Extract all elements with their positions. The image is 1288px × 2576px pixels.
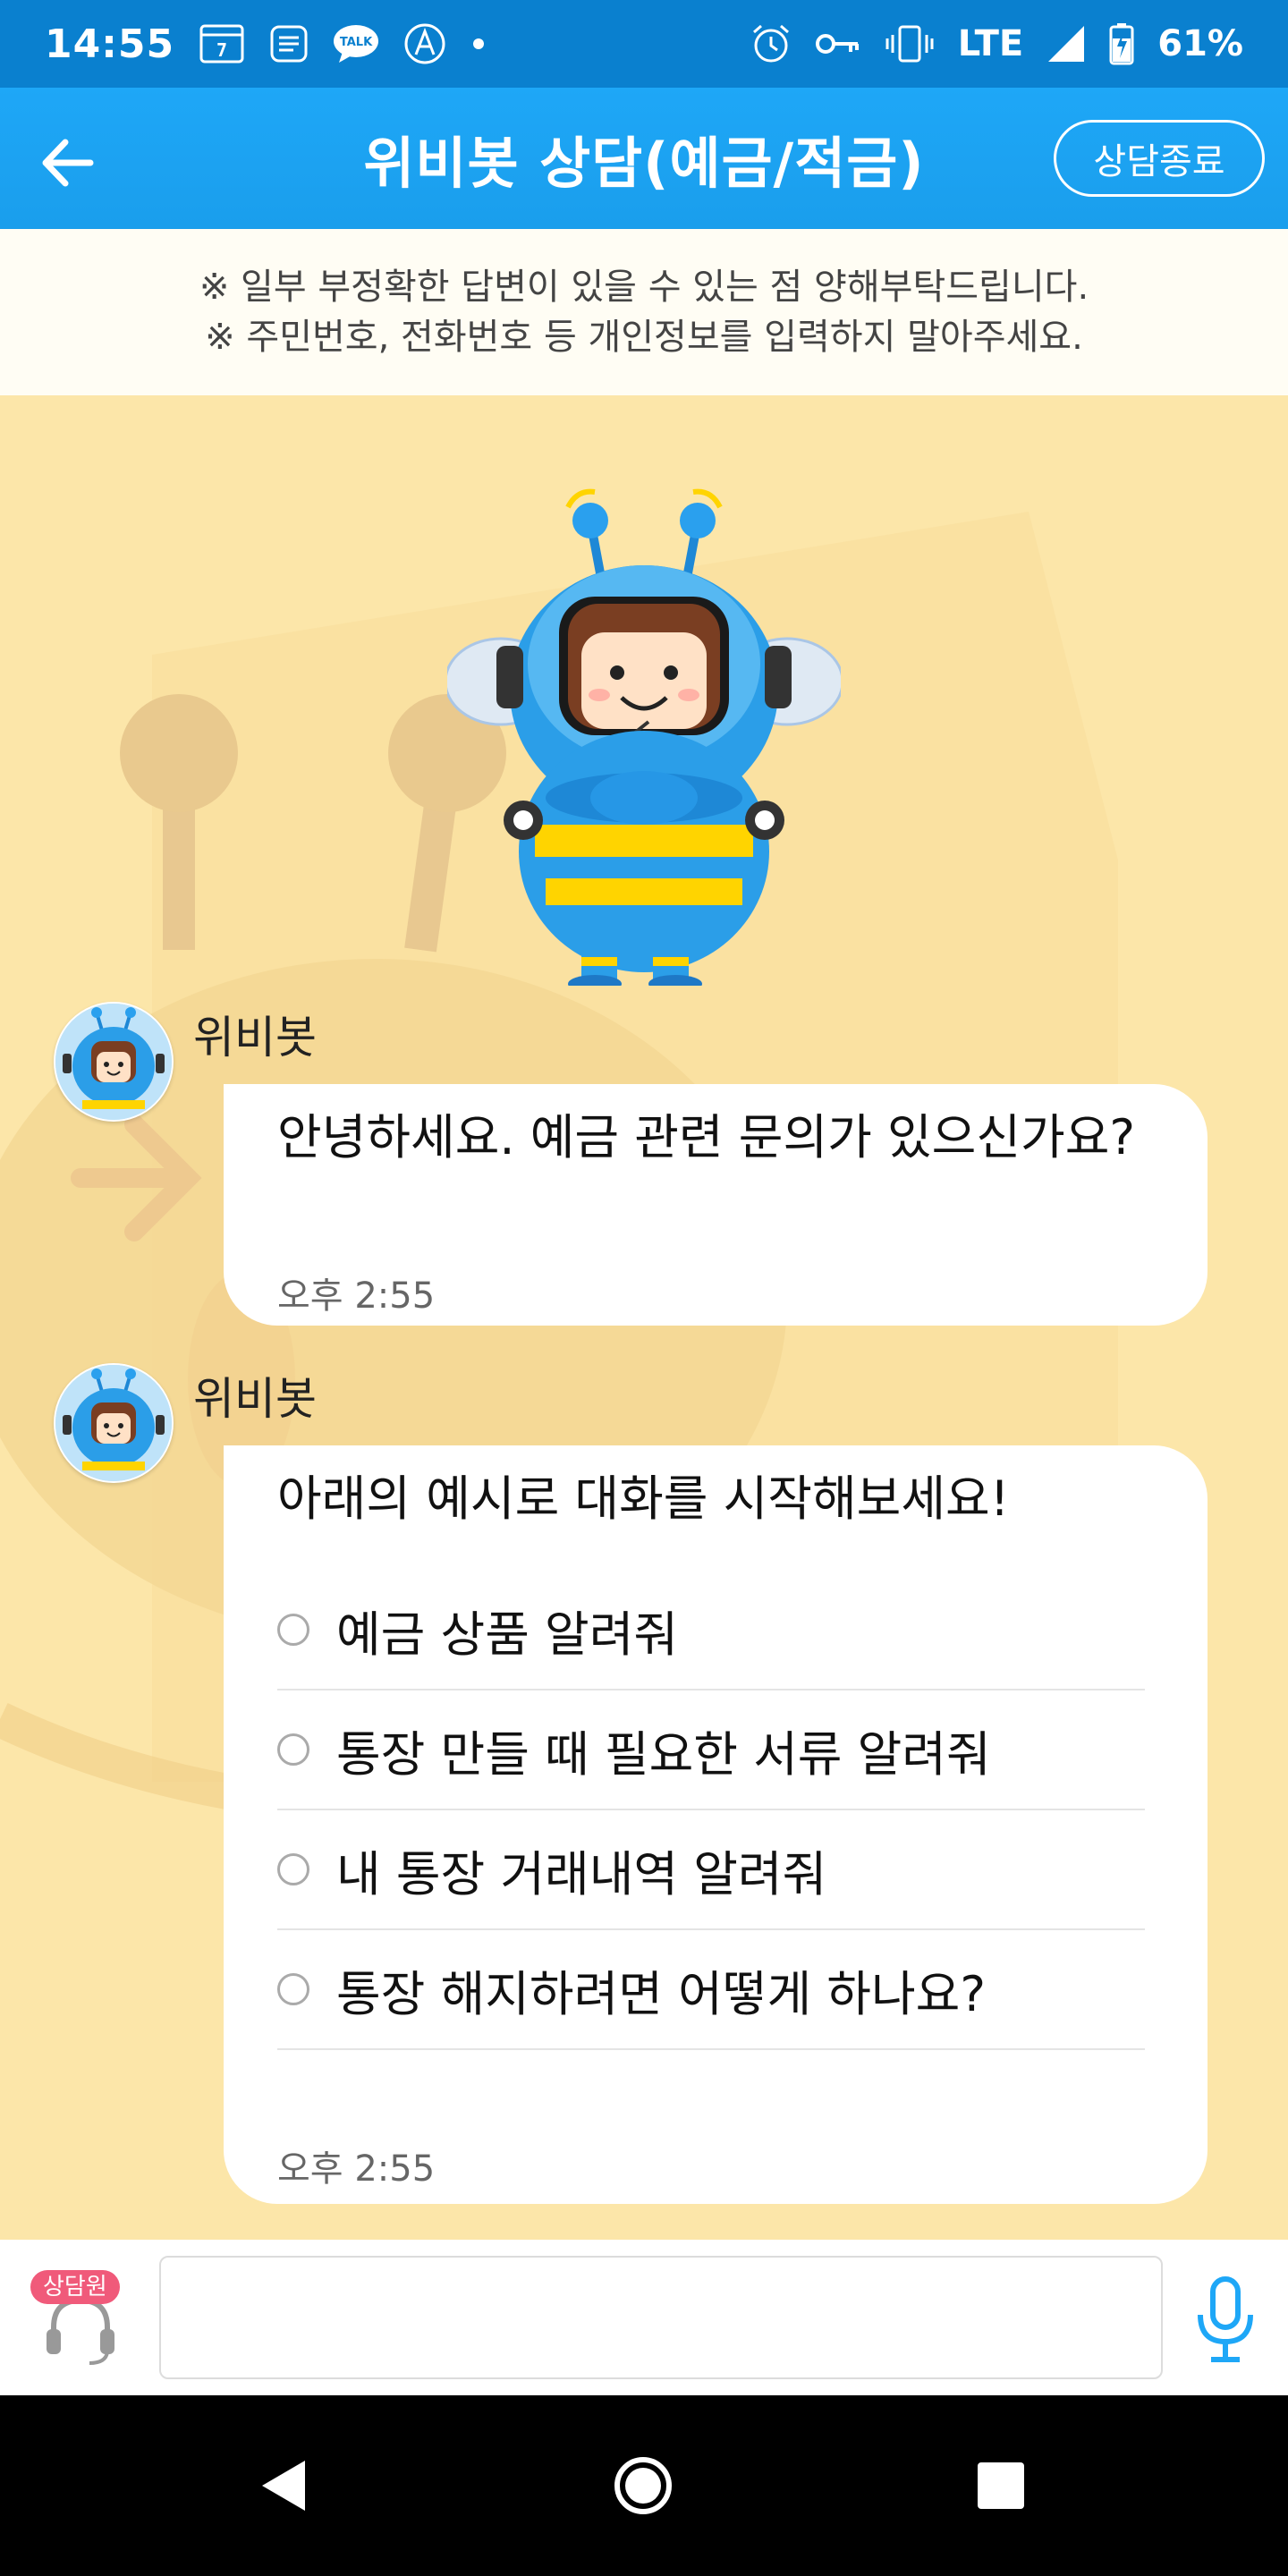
message-bubble: 안녕하세요. 예금 관련 문의가 있으신가요? 오후 2:55 [224, 1084, 1208, 1326]
radio-icon [277, 1973, 309, 2005]
status-right: LTE 61% [750, 22, 1243, 65]
nav-home-button[interactable] [603, 2445, 683, 2526]
kakaotalk-icon: TALK [332, 23, 380, 64]
circle-home-icon [614, 2457, 672, 2514]
mic-button[interactable] [1190, 2275, 1261, 2365]
nav-recents-button[interactable] [961, 2445, 1041, 2526]
notice-line-1: ※ 일부 부정확한 답변이 있을 수 있는 점 양해부탁드립니다. [199, 267, 1089, 308]
nav-back-button[interactable] [243, 2445, 324, 2526]
suggestion-option[interactable]: 통장 만들 때 필요한 서류 알려줘 [277, 1690, 1145, 1810]
end-consultation-button[interactable]: 상담종료 [1054, 120, 1265, 197]
signal-icon [1046, 24, 1086, 64]
avatar [54, 1002, 174, 1122]
notice-line-2: ※ 주민번호, 전화번호 등 개인정보를 입력하지 말아주세요. [205, 317, 1083, 358]
app-icon [403, 22, 446, 65]
dot-icon [470, 35, 487, 53]
back-button[interactable] [32, 127, 104, 199]
suggestion-label: 통장 만들 때 필요한 서류 알려줘 [336, 1725, 991, 1783]
radio-icon [277, 1853, 309, 1885]
status-bar: 14:55 7 TALK LTE 61% [0, 0, 1288, 88]
square-recents-icon [978, 2462, 1024, 2509]
vpn-key-icon [815, 30, 861, 57]
suggestion-label: 예금 상품 알려줘 [336, 1606, 679, 1663]
status-time: 14:55 [45, 21, 175, 67]
network-type: LTE [957, 23, 1024, 64]
radio-icon [277, 1614, 309, 1646]
sender-name: 위비봇 [193, 1373, 317, 1425]
vibrate-icon [885, 24, 935, 64]
chat-area[interactable]: 위비봇 안녕하세요. 예금 관련 문의가 있으신가요? 오후 2:55 위비봇 … [0, 395, 1288, 2240]
suggestion-option[interactable]: 예금 상품 알려줘 [277, 1571, 1145, 1690]
suggestion-list: 예금 상품 알려줘 통장 만들 때 필요한 서류 알려줘 내 통장 거래내역 알… [277, 1571, 1145, 2050]
avatar [54, 1363, 174, 1483]
sender-name: 위비봇 [193, 1012, 317, 1063]
arrow-left-icon [42, 139, 94, 187]
radio-icon [277, 1733, 309, 1766]
notice-banner: ※ 일부 부정확한 답변이 있을 수 있는 점 양해부탁드립니다. ※ 주민번호… [0, 229, 1288, 395]
app-bar: 위비봇 상담(예금/적금) 상담종료 [0, 88, 1288, 229]
suggestion-label: 내 통장 거래내역 알려줘 [336, 1845, 827, 1902]
input-bar: 상담원 [0, 2240, 1288, 2395]
triangle-back-icon [262, 2461, 305, 2511]
list-icon [269, 24, 309, 64]
suggestion-label: 통장 해지하려면 어떻게 하나요? [336, 1965, 986, 2022]
suggestion-option[interactable]: 통장 해지하려면 어떻게 하나요? [277, 1930, 1145, 2050]
svg-text:7: 7 [216, 39, 227, 61]
message-time: 오후 2:55 [277, 1275, 436, 1317]
microphone-icon [1198, 2276, 1253, 2362]
battery-icon [1109, 22, 1134, 65]
message-input[interactable] [159, 2256, 1163, 2379]
calendar-icon: 7 [198, 22, 246, 65]
message-text: 안녕하세요. 예금 관련 문의가 있으신가요? [277, 1109, 1136, 1165]
talk-label: TALK [340, 36, 373, 49]
mascot-illustration [447, 488, 841, 986]
message-time: 오후 2:55 [277, 2148, 436, 2190]
status-left: 14:55 7 TALK [45, 21, 487, 67]
message-text: 아래의 예시로 대화를 시작해보세요! [277, 1470, 1010, 1527]
agent-badge: 상담원 [30, 2270, 120, 2304]
message-bubble: 아래의 예시로 대화를 시작해보세요! 예금 상품 알려줘 통장 만들 때 필요… [224, 1445, 1208, 2204]
system-nav-bar [0, 2395, 1288, 2576]
suggestion-option[interactable]: 내 통장 거래내역 알려줘 [277, 1810, 1145, 1930]
alarm-icon [750, 23, 792, 64]
battery-percent: 61% [1157, 23, 1243, 64]
agent-button[interactable]: 상담원 [27, 2265, 134, 2372]
